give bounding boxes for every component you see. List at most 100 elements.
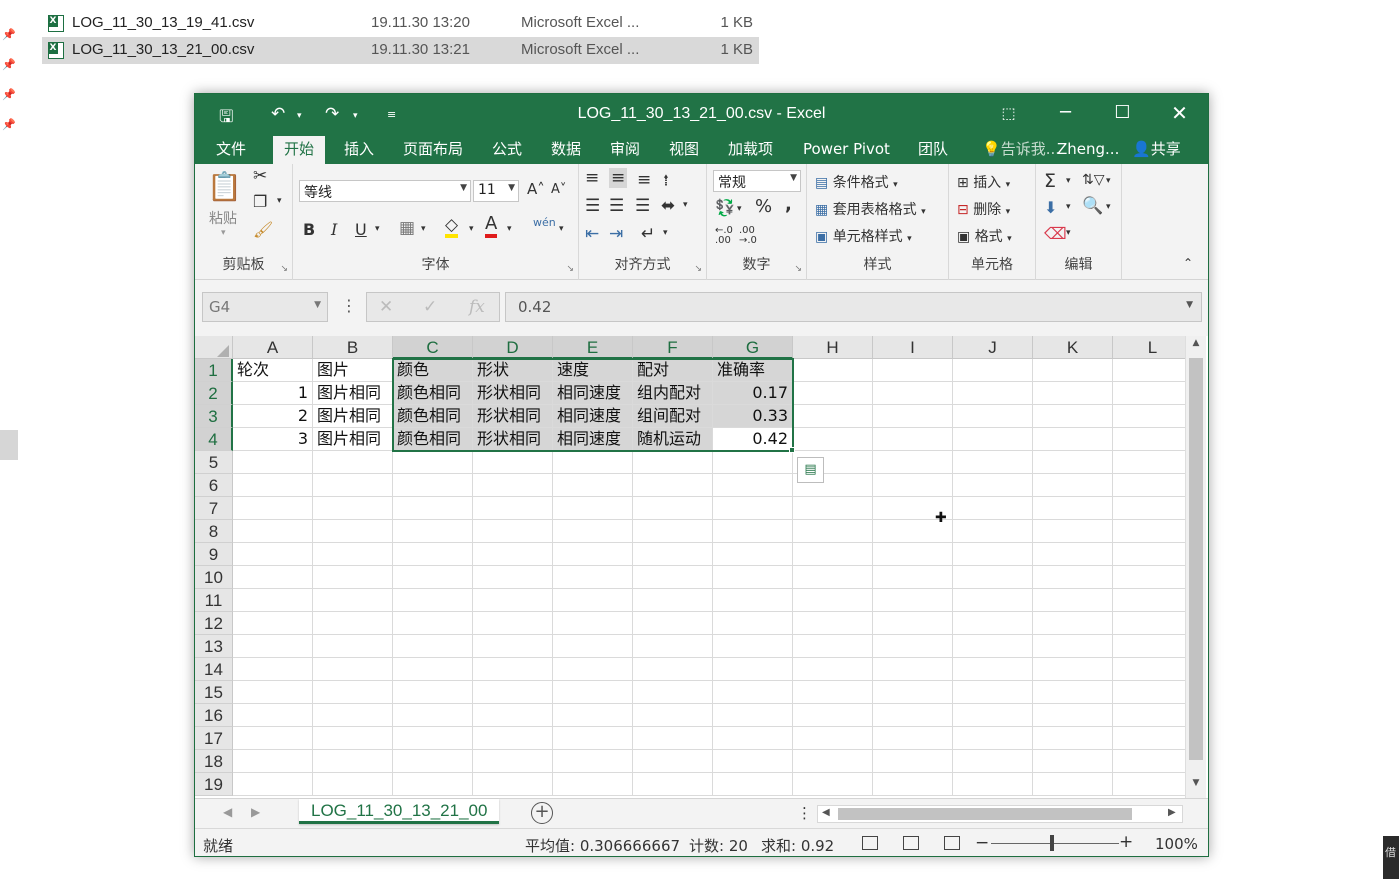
cell-f13[interactable] (633, 635, 713, 658)
merge-dropdown-icon[interactable]: ▾ (683, 200, 688, 210)
format-as-table-button[interactable]: ▦ 套用表格格式 ▾ (815, 199, 926, 219)
cell-b7[interactable] (313, 497, 393, 520)
column-header-e[interactable]: E (553, 336, 633, 359)
paste-button[interactable]: 粘贴 (209, 208, 237, 228)
wrap-text-icon[interactable]: ↵ (641, 224, 655, 244)
fill-handle[interactable] (789, 447, 795, 453)
underline-button[interactable]: U (355, 220, 367, 239)
cell-j5[interactable] (953, 451, 1033, 474)
cell-f7[interactable] (633, 497, 713, 520)
font-name-select[interactable]: 等线 ▼ (299, 180, 471, 202)
accounting-format-icon[interactable]: 💱 (715, 198, 735, 217)
cell-b10[interactable] (313, 566, 393, 589)
paste-dropdown-icon[interactable]: ▾ (221, 228, 226, 238)
cell-j17[interactable] (953, 727, 1033, 750)
cell-e11[interactable] (553, 589, 633, 612)
ribbon-display-options-icon[interactable]: ⬚ (980, 94, 1037, 132)
row-header-11[interactable]: 11 (195, 589, 233, 612)
cell-b4[interactable]: 图片相同 (313, 428, 393, 451)
name-box[interactable]: G4 ▼ (202, 292, 328, 322)
cell-d5[interactable] (473, 451, 553, 474)
cell-b6[interactable] (313, 474, 393, 497)
cell-k15[interactable] (1033, 681, 1113, 704)
cell-k3[interactable] (1033, 405, 1113, 428)
cell-h10[interactable] (793, 566, 873, 589)
share-button[interactable]: 👤共享 (1121, 136, 1192, 164)
cell-a2[interactable]: 1 (233, 382, 313, 405)
cell-b2[interactable]: 图片相同 (313, 382, 393, 405)
cell-e19[interactable] (553, 773, 633, 796)
dialog-launcher-icon[interactable]: ↘ (280, 264, 288, 274)
cell-d9[interactable] (473, 543, 553, 566)
row-header-19[interactable]: 19 (195, 773, 233, 796)
row-header-15[interactable]: 15 (195, 681, 233, 704)
cell-a16[interactable] (233, 704, 313, 727)
cell-i5[interactable] (873, 451, 953, 474)
tab-team[interactable]: 团队 (907, 136, 959, 164)
paste-icon[interactable]: 📋 (207, 170, 242, 203)
cell-f19[interactable] (633, 773, 713, 796)
cell-l4[interactable] (1113, 428, 1185, 451)
cell-b3[interactable]: 图片相同 (313, 405, 393, 428)
cell-a9[interactable] (233, 543, 313, 566)
cell-l16[interactable] (1113, 704, 1185, 727)
page-layout-view-icon[interactable] (903, 836, 919, 850)
cell-a1[interactable]: 轮次 (233, 359, 313, 382)
cell-d3[interactable]: 形状相同 (473, 405, 553, 428)
cell-i3[interactable] (873, 405, 953, 428)
cell-d10[interactable] (473, 566, 553, 589)
insert-cells-button[interactable]: ⊞ 插入 ▾ (957, 172, 1010, 192)
prev-sheet-icon[interactable]: ◀ (223, 805, 232, 819)
tab-splitter-icon[interactable]: ⋮ (797, 804, 812, 822)
cell-h9[interactable] (793, 543, 873, 566)
cell-g7[interactable] (713, 497, 793, 520)
cell-a10[interactable] (233, 566, 313, 589)
insert-function-button[interactable]: fx (469, 297, 485, 317)
cell-a4[interactable]: 3 (233, 428, 313, 451)
file-row[interactable]: LOG_11_30_13_19_41.csv 19.11.30 13:20 Mi… (42, 10, 759, 37)
column-header-d[interactable]: D (473, 336, 553, 359)
cell-i9[interactable] (873, 543, 953, 566)
tab-data[interactable]: 数据 (540, 136, 592, 164)
tab-page-layout[interactable]: 页面布局 (392, 136, 474, 164)
cell-i1[interactable] (873, 359, 953, 382)
zoom-slider-thumb[interactable] (1050, 835, 1054, 851)
cell-a15[interactable] (233, 681, 313, 704)
cell-e3[interactable]: 相同速度 (553, 405, 633, 428)
cell-g12[interactable] (713, 612, 793, 635)
cell-c9[interactable] (393, 543, 473, 566)
clear-dropdown-icon[interactable]: ▾ (1066, 228, 1071, 238)
cell-h14[interactable] (793, 658, 873, 681)
column-header-j[interactable]: J (953, 336, 1033, 359)
cell-a8[interactable] (233, 520, 313, 543)
fill-icon[interactable]: ⬇ (1044, 198, 1057, 217)
cell-l1[interactable] (1113, 359, 1185, 382)
cell-b1[interactable]: 图片 (313, 359, 393, 382)
cell-l7[interactable] (1113, 497, 1185, 520)
cell-d19[interactable] (473, 773, 553, 796)
tab-file[interactable]: 文件 (205, 136, 257, 164)
find-dropdown-icon[interactable]: ▾ (1106, 202, 1111, 212)
format-painter-icon[interactable]: 🖌 (253, 220, 273, 239)
cell-e15[interactable] (553, 681, 633, 704)
cell-a19[interactable] (233, 773, 313, 796)
cell-k11[interactable] (1033, 589, 1113, 612)
cell-styles-button[interactable]: ▣ 单元格样式 ▾ (815, 226, 912, 246)
tab-review[interactable]: 审阅 (599, 136, 651, 164)
cell-k7[interactable] (1033, 497, 1113, 520)
cell-a6[interactable] (233, 474, 313, 497)
cell-k19[interactable] (1033, 773, 1113, 796)
cell-f6[interactable] (633, 474, 713, 497)
cell-f14[interactable] (633, 658, 713, 681)
cell-k14[interactable] (1033, 658, 1113, 681)
cell-g6[interactable] (713, 474, 793, 497)
cell-i15[interactable] (873, 681, 953, 704)
cell-f5[interactable] (633, 451, 713, 474)
cell-j16[interactable] (953, 704, 1033, 727)
column-header-k[interactable]: K (1033, 336, 1113, 359)
cell-g11[interactable] (713, 589, 793, 612)
tab-formulas[interactable]: 公式 (481, 136, 533, 164)
format-cells-button[interactable]: ▣ 格式 ▾ (957, 226, 1012, 246)
cell-j1[interactable] (953, 359, 1033, 382)
column-header-i[interactable]: I (873, 336, 953, 359)
